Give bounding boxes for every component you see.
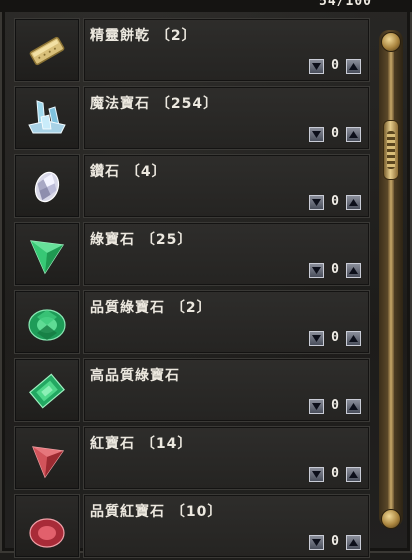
arrow-down-icon bbox=[312, 403, 321, 410]
inventory-window: 54/100 精靈餅乾 〔2〕 0 魔法寶石 〔254〕 0 鑽石 〔4〕 0 … bbox=[0, 0, 412, 558]
increase-button[interactable] bbox=[346, 263, 361, 278]
arrow-down-icon bbox=[312, 335, 321, 342]
item-name: 高品質綠寶石 bbox=[90, 368, 180, 384]
arrow-down-icon bbox=[312, 471, 321, 478]
list-item[interactable]: 品質紅寶石 〔10〕 0 bbox=[12, 494, 370, 560]
decrease-button[interactable] bbox=[309, 195, 324, 210]
magic-crystal-icon bbox=[28, 100, 66, 134]
item-icon-slot bbox=[14, 426, 80, 490]
decrease-button[interactable] bbox=[309, 263, 324, 278]
item-panel: 紅寶石 〔14〕 0 bbox=[83, 426, 370, 490]
arrow-up-icon bbox=[349, 539, 358, 546]
quantity-value: 0 bbox=[331, 126, 339, 141]
list-item[interactable]: 品質綠寶石 〔2〕 0 bbox=[12, 290, 370, 356]
quantity-value: 0 bbox=[331, 58, 339, 73]
decrease-button[interactable] bbox=[309, 127, 324, 142]
emerald-round-icon bbox=[28, 309, 66, 341]
item-name: 精靈餅乾 〔2〕 bbox=[90, 28, 197, 44]
list-item[interactable]: 魔法寶石 〔254〕 0 bbox=[12, 86, 370, 152]
list-item[interactable]: 精靈餅乾 〔2〕 0 bbox=[12, 18, 370, 84]
inventory-capacity: 54/100 bbox=[319, 0, 372, 9]
decrease-button[interactable] bbox=[309, 399, 324, 414]
decrease-button[interactable] bbox=[309, 331, 324, 346]
ruby-round-icon bbox=[29, 518, 65, 548]
arrow-down-icon bbox=[312, 63, 321, 70]
list-item[interactable]: 綠寶石 〔25〕 0 bbox=[12, 222, 370, 288]
item-icon-slot bbox=[14, 154, 80, 218]
quantity-value: 0 bbox=[331, 262, 339, 277]
emerald-rectangle-icon bbox=[29, 373, 65, 409]
arrow-down-icon bbox=[312, 131, 321, 138]
decrease-button[interactable] bbox=[309, 59, 324, 74]
scrollbar-rail bbox=[388, 48, 394, 513]
item-panel: 品質綠寶石 〔2〕 0 bbox=[83, 290, 370, 354]
decrease-button[interactable] bbox=[309, 467, 324, 482]
item-icon-slot bbox=[14, 494, 80, 558]
item-panel: 品質紅寶石 〔10〕 0 bbox=[83, 494, 370, 558]
item-name: 紅寶石 〔14〕 bbox=[90, 436, 193, 452]
diamond-icon bbox=[34, 171, 60, 203]
item-panel: 綠寶石 〔25〕 0 bbox=[83, 222, 370, 286]
list-item[interactable]: 鑽石 〔4〕 0 bbox=[12, 154, 370, 220]
arrow-up-icon bbox=[349, 267, 358, 274]
increase-button[interactable] bbox=[346, 195, 361, 210]
item-panel: 高品質綠寶石 0 bbox=[83, 358, 370, 422]
item-name: 魔法寶石 〔254〕 bbox=[90, 96, 219, 112]
arrow-up-icon bbox=[349, 199, 358, 206]
arrow-up-icon bbox=[349, 335, 358, 342]
arrow-up-icon bbox=[349, 131, 358, 138]
list-item[interactable]: 紅寶石 〔14〕 0 bbox=[12, 426, 370, 492]
increase-button[interactable] bbox=[346, 331, 361, 346]
ruby-trillion-icon bbox=[32, 446, 65, 479]
increase-button[interactable] bbox=[346, 535, 361, 550]
increase-button[interactable] bbox=[346, 467, 361, 482]
quantity-value: 0 bbox=[331, 534, 339, 549]
increase-button[interactable] bbox=[346, 59, 361, 74]
item-icon-slot bbox=[14, 222, 80, 286]
cookie-icon bbox=[29, 36, 65, 66]
list-item[interactable]: 高品質綠寶石 0 bbox=[12, 358, 370, 424]
item-icon-slot bbox=[14, 290, 80, 354]
quantity-value: 0 bbox=[331, 194, 339, 209]
scroll-down-knob[interactable] bbox=[381, 509, 401, 529]
arrow-up-icon bbox=[349, 471, 358, 478]
increase-button[interactable] bbox=[346, 399, 361, 414]
scroll-up-knob[interactable] bbox=[381, 32, 401, 52]
arrow-up-icon bbox=[349, 403, 358, 410]
item-name: 綠寶石 〔25〕 bbox=[90, 232, 193, 248]
quantity-value: 0 bbox=[331, 398, 339, 413]
arrow-down-icon bbox=[312, 199, 321, 206]
increase-button[interactable] bbox=[346, 127, 361, 142]
arrow-up-icon bbox=[349, 63, 358, 70]
item-icon-slot bbox=[14, 86, 80, 150]
item-name: 鑽石 〔4〕 bbox=[90, 164, 167, 180]
emerald-trillion-icon bbox=[30, 240, 65, 275]
item-name: 品質紅寶石 〔10〕 bbox=[90, 504, 223, 520]
arrow-down-icon bbox=[312, 267, 321, 274]
decrease-button[interactable] bbox=[309, 535, 324, 550]
item-icon-slot bbox=[14, 18, 80, 82]
item-panel: 鑽石 〔4〕 0 bbox=[83, 154, 370, 218]
quantity-value: 0 bbox=[331, 330, 339, 345]
item-name: 品質綠寶石 〔2〕 bbox=[90, 300, 212, 316]
scrollbar-thumb[interactable] bbox=[383, 120, 399, 180]
quantity-value: 0 bbox=[331, 466, 339, 481]
arrow-down-icon bbox=[312, 539, 321, 546]
item-panel: 精靈餅乾 〔2〕 0 bbox=[83, 18, 370, 82]
item-panel: 魔法寶石 〔254〕 0 bbox=[83, 86, 370, 150]
item-icon-slot bbox=[14, 358, 80, 422]
